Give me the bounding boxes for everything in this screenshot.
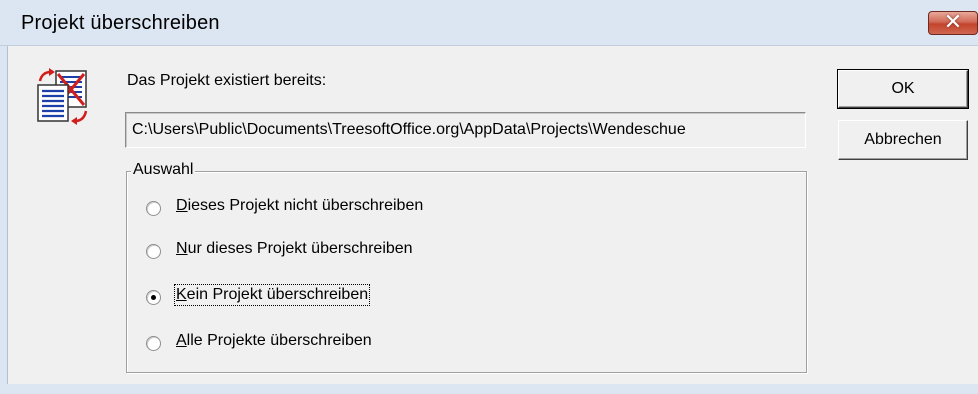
cancel-button[interactable]: Abbrechen [838, 120, 968, 160]
close-icon: ✕ [943, 9, 963, 34]
radio-label: Kein Projekt überschreiben [173, 284, 371, 306]
window-frame-bottom [0, 384, 978, 394]
title-bar[interactable]: Projekt überschreiben ✕ [0, 0, 978, 46]
radio-button-selected[interactable] [146, 290, 161, 305]
radio-button[interactable] [146, 336, 161, 351]
window-title: Projekt überschreiben [21, 12, 220, 34]
overwrite-documents-icon [37, 68, 88, 125]
ok-button[interactable]: OK [837, 69, 969, 109]
group-legend: Auswahl [131, 161, 196, 179]
radio-label: Alle Projekte überschreiben [176, 332, 372, 349]
project-path-field[interactable]: C:\Users\Public\Documents\TreesoftOffice… [125, 112, 806, 148]
radio-dot [151, 295, 156, 300]
radio-label: Nur dieses Projekt überschreiben [176, 240, 413, 257]
radio-button[interactable] [146, 201, 161, 216]
close-button[interactable]: ✕ [928, 9, 978, 35]
radio-label: Dieses Projekt nicht überschreiben [176, 197, 424, 214]
exists-message: Das Projekt existiert bereits: [127, 72, 327, 89]
radio-button[interactable] [146, 244, 161, 259]
window-frame-left [0, 46, 8, 394]
